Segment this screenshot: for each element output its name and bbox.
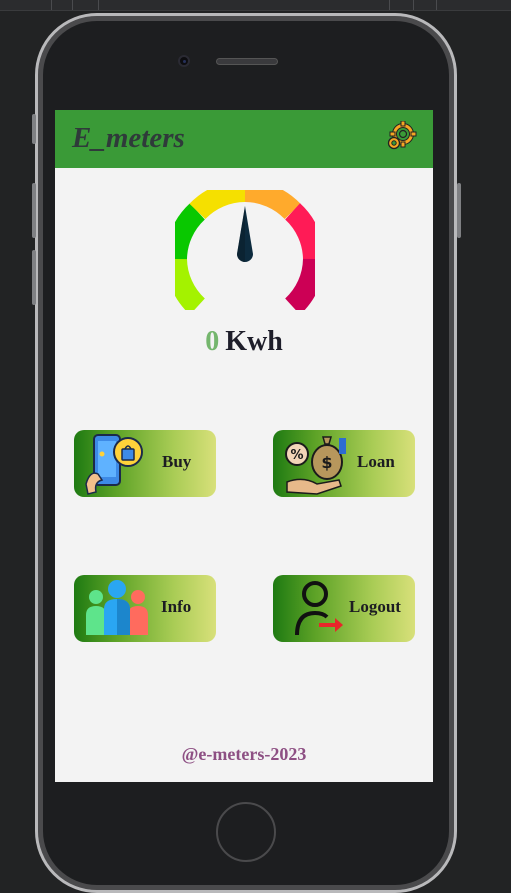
reading-unit: Kwh — [225, 326, 283, 357]
app-title: E_meters — [72, 122, 185, 154]
gear-icon[interactable] — [385, 121, 417, 153]
window-top-bar — [0, 0, 511, 11]
info-button[interactable]: Info — [74, 575, 216, 642]
phone-volume-up — [32, 183, 36, 238]
home-button[interactable] — [216, 802, 276, 862]
loan-button[interactable]: % $ Loan — [273, 430, 415, 497]
footer-text: @e-meters-2023 — [181, 744, 307, 764]
energy-reading: 0 Kwh — [55, 326, 433, 358]
reading-value: 0 — [205, 326, 220, 357]
info-label: Info — [161, 597, 192, 616]
svg-text:$: $ — [321, 453, 332, 472]
app-screen: E_meters 0 Kwh Buy % $ Loan Info Logout … — [55, 110, 433, 782]
logout-button[interactable]: Logout — [273, 575, 415, 642]
mobile-shopping-icon — [85, 434, 143, 495]
people-group-icon — [86, 580, 148, 635]
phone-power-button — [457, 183, 461, 238]
camera-icon — [178, 55, 190, 67]
energy-gauge — [175, 190, 315, 310]
loan-label: Loan — [357, 452, 395, 471]
buy-label: Buy — [162, 452, 192, 471]
money-bag-hand-icon: % $ — [285, 436, 346, 495]
phone-volume-down — [32, 250, 36, 305]
svg-text:%: % — [290, 448, 303, 463]
buy-button[interactable]: Buy — [74, 430, 216, 497]
speaker-grille — [216, 58, 278, 65]
app-header: E_meters — [55, 110, 433, 168]
user-logout-icon — [295, 581, 343, 636]
logout-label: Logout — [349, 597, 401, 616]
phone-mute-switch — [32, 114, 36, 144]
